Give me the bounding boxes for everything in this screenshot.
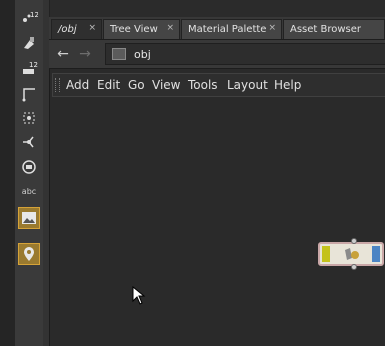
menu-add[interactable]: Add xyxy=(66,78,89,92)
points-12-icon[interactable]: 12 xyxy=(18,6,40,28)
image-icon[interactable] xyxy=(18,207,40,229)
tab-tree-view[interactable]: Tree View × xyxy=(103,19,180,39)
brush-icon[interactable] xyxy=(18,32,40,54)
svg-text:12: 12 xyxy=(30,11,38,19)
network-path-field[interactable]: obj xyxy=(105,43,385,65)
back-arrow-icon[interactable]: ← xyxy=(55,46,71,62)
network-menu-bar: Add Edit Go View Tools Layout Help xyxy=(52,73,385,97)
tab-material-palette[interactable]: Material Palette × xyxy=(181,19,282,39)
close-icon[interactable]: × xyxy=(268,23,276,33)
geometry-node-icon xyxy=(345,248,359,260)
close-icon[interactable]: × xyxy=(166,23,174,33)
pane-tab-bar: /obj × Tree View × Material Palette × As… xyxy=(49,17,385,40)
network-node[interactable] xyxy=(318,238,384,270)
menu-view[interactable]: View xyxy=(152,78,180,92)
svg-text:12: 12 xyxy=(29,61,38,69)
node-render-flag[interactable] xyxy=(372,246,380,262)
curve-icon[interactable] xyxy=(18,83,40,105)
mouse-cursor-icon xyxy=(132,286,146,305)
menu-edit[interactable]: Edit xyxy=(97,78,120,92)
forward-arrow-icon[interactable]: → xyxy=(77,46,93,62)
obj-network-icon xyxy=(112,48,126,60)
menu-help[interactable]: Help xyxy=(274,78,301,92)
menu-tools[interactable]: Tools xyxy=(188,78,218,92)
pin-icon[interactable] xyxy=(18,243,40,265)
text-tool-label[interactable]: abc xyxy=(17,187,41,196)
tab-asset-browser[interactable]: Asset Browser xyxy=(283,19,385,39)
branch-icon[interactable] xyxy=(18,131,40,153)
node-input-connector[interactable] xyxy=(351,238,357,244)
close-icon[interactable]: × xyxy=(88,23,96,33)
menu-drag-handle[interactable] xyxy=(55,78,60,92)
select-box-icon[interactable] xyxy=(18,107,40,129)
record-icon[interactable] xyxy=(18,156,40,178)
menu-layout[interactable]: Layout xyxy=(227,78,268,92)
tab-obj[interactable]: /obj × xyxy=(51,19,102,39)
tool-shelf: 12 12 abc xyxy=(15,0,44,346)
menu-go[interactable]: Go xyxy=(128,78,145,92)
network-editor-canvas[interactable] xyxy=(49,69,385,346)
node-output-connector[interactable] xyxy=(351,264,357,270)
node-display-flag[interactable] xyxy=(322,246,330,262)
left-edge-strip xyxy=(0,0,15,346)
eraser-12-icon[interactable]: 12 xyxy=(18,57,40,79)
path-bar: ← → obj xyxy=(49,40,385,69)
path-label: obj xyxy=(134,47,151,61)
